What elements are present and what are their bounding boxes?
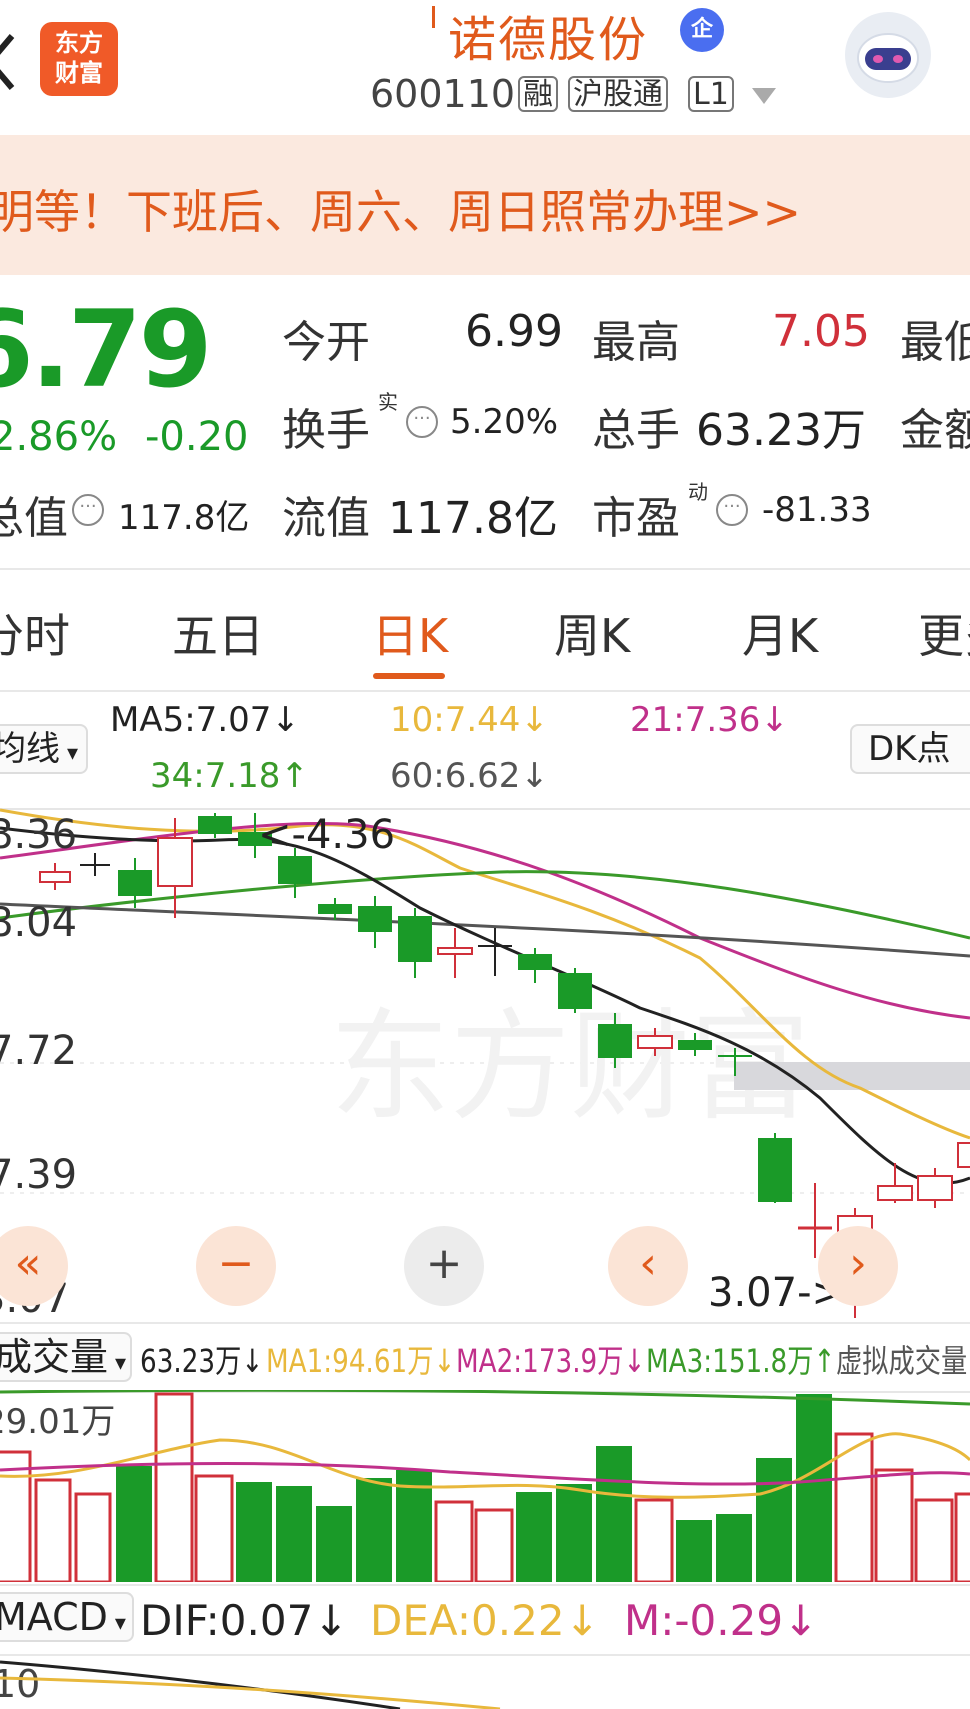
last-price: 6.79: [0, 288, 213, 411]
mcap-value: 117.8亿: [118, 498, 250, 538]
divider: [0, 1322, 970, 1324]
zoom-out-button[interactable]: −: [196, 1226, 276, 1306]
y-axis-label: 7.39: [0, 1152, 78, 1198]
tab-intraday[interactable]: 分时: [0, 600, 70, 666]
change-value: -0.20: [145, 414, 249, 460]
zoom-in-button[interactable]: +: [404, 1226, 484, 1306]
enterprise-badge: 企: [680, 8, 724, 52]
assistant-avatar[interactable]: [845, 12, 931, 98]
caret-down-icon: ▾: [108, 1351, 127, 1376]
caret-down-icon: ▾: [107, 1611, 126, 1636]
divider: [0, 568, 970, 570]
ma10-value: 10:7.44↓: [390, 700, 549, 740]
active-tab-indicator: [373, 673, 445, 679]
back-icon[interactable]: [0, 22, 36, 102]
volume-bars: [0, 1392, 970, 1582]
ma60-line: [0, 902, 970, 958]
caret-down-icon: ▾: [60, 741, 79, 766]
volume-y-label: 29.01万: [0, 1402, 116, 1442]
ma5-value: MA5:7.07↓: [110, 700, 300, 740]
volume-ma2: MA2:173.9万↓: [456, 1342, 646, 1380]
open-value: 6.99: [465, 306, 563, 357]
robot-icon: [857, 33, 919, 83]
open-label: 今开: [282, 317, 370, 368]
high-label: 最高: [592, 317, 680, 368]
virtual-volume-label: 虚拟成交量: [836, 1342, 968, 1380]
more-info-icon[interactable]: ···: [406, 406, 438, 438]
indicator-selector[interactable]: 均线 ▾: [0, 724, 88, 774]
tab-daily-k[interactable]: 日K: [372, 600, 448, 666]
change-percent: 2.86%: [0, 414, 118, 460]
volume-value: 63.23万: [696, 405, 866, 456]
mcap-label: 总值: [0, 493, 68, 544]
indicator-selector-label: 均线: [0, 729, 60, 769]
macd-chart[interactable]: [0, 1656, 970, 1709]
macd-selector-label: MACD: [0, 1595, 108, 1639]
chevron-down-icon[interactable]: [752, 88, 776, 104]
tab-more[interactable]: 更多: [918, 600, 970, 666]
divider: [0, 690, 970, 692]
app-logo: 东方 财富: [40, 22, 118, 96]
macd-selector[interactable]: MACD ▾: [0, 1592, 134, 1642]
turnover-sup: 实: [378, 390, 398, 414]
more-info-icon[interactable]: ···: [716, 494, 748, 526]
volume-selector-label: 成交量: [0, 1335, 109, 1379]
volume-ma1: MA1:94.61万↓: [266, 1342, 456, 1380]
turnover-value: 5.20%: [450, 402, 559, 442]
high-value: 7.05: [772, 306, 870, 357]
tag-level1: L1: [688, 76, 734, 112]
y-axis-label: 8.36: [0, 812, 78, 858]
header: 东方 财富 诺德股份 企 600110 融 沪股通 L1: [0, 0, 970, 135]
float-value: 117.8亿: [388, 493, 558, 544]
low-label: 最低: [900, 317, 970, 368]
stock-code: 600110: [370, 72, 516, 116]
tab-monthly-k[interactable]: 月K: [742, 600, 818, 666]
amount-label: 金额: [900, 405, 970, 456]
volume-ma3: MA3:151.8万↑: [646, 1342, 836, 1380]
macd-dea: DEA:0.22↓: [370, 1596, 600, 1645]
ma21-line: [0, 821, 970, 1020]
volume-value: 63.23万↓: [140, 1342, 264, 1380]
tag-margin: 融: [518, 76, 558, 112]
tag-hk-connect: 沪股通: [568, 76, 668, 112]
ma21-value: 21:7.36↓: [630, 700, 789, 740]
more-info-icon[interactable]: ···: [72, 494, 104, 526]
pe-label: 市盈: [592, 493, 680, 544]
name-mark: [432, 6, 435, 28]
y-axis-label: 8.04: [0, 900, 78, 946]
tab-weekly-k[interactable]: 周K: [554, 600, 630, 666]
ma34-value: 34:7.18↑: [150, 756, 309, 796]
volume-chart[interactable]: [0, 1390, 970, 1582]
promo-banner-text[interactable]: 明等！下班后、周六、周日照常办理>>: [0, 176, 801, 242]
high-annotation: <-4.36: [258, 812, 396, 858]
macd-dif: DIF:0.07↓: [140, 1596, 349, 1645]
volume-label: 总手: [592, 405, 680, 456]
float-label: 流值: [282, 493, 370, 544]
pe-sup: 动: [688, 480, 708, 504]
dk-button[interactable]: DK点: [850, 724, 970, 774]
stock-name[interactable]: 诺德股份: [448, 0, 648, 70]
y-axis-label: 7.72: [0, 1028, 78, 1074]
tab-five-day[interactable]: 五日: [172, 600, 264, 666]
macd-m: M:-0.29↓: [624, 1596, 819, 1645]
volume-selector[interactable]: 成交量 ▾: [0, 1332, 132, 1382]
turnover-label: 换手: [282, 405, 370, 456]
divider: [0, 1584, 970, 1586]
ma60-value: 60:6.62↓: [390, 756, 549, 796]
scroll-right-button[interactable]: ›: [818, 1226, 898, 1306]
pe-value: -81.33: [762, 490, 872, 530]
dea-line: [0, 1676, 501, 1709]
scroll-left-button[interactable]: ‹: [608, 1226, 688, 1306]
